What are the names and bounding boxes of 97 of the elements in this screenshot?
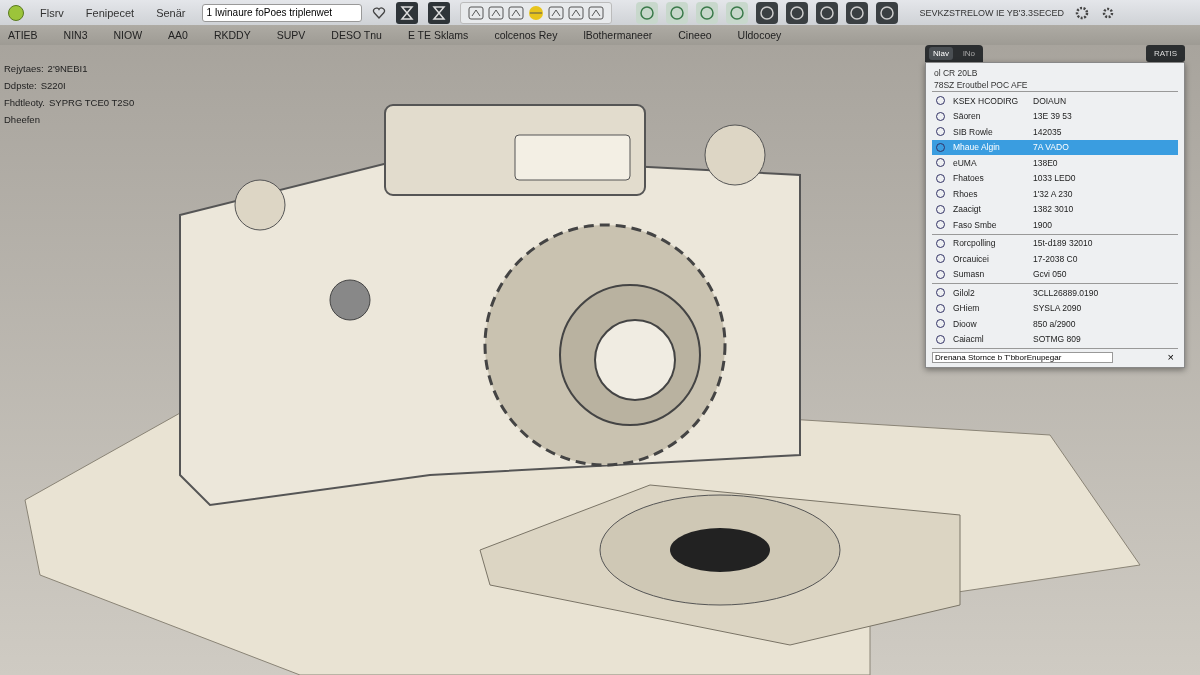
property-name: GHiem bbox=[953, 303, 981, 314]
panel-tab[interactable]: Nlav bbox=[929, 47, 953, 60]
property-row[interactable]: Rhoes 1'32 A 230 bbox=[932, 186, 1178, 202]
property-value: Gcvi 050 bbox=[1033, 269, 1067, 280]
panel-heading: 78SZ Eroutbel POC AFE bbox=[933, 79, 1029, 91]
panel-button[interactable]: RATIS bbox=[1146, 45, 1185, 62]
panel-heading: ol CR 20LB bbox=[933, 67, 979, 79]
menu-item[interactable]: DESO Tnu bbox=[331, 29, 382, 41]
tool-icon[interactable] bbox=[486, 4, 505, 21]
info-value: SYPRG TCE0 T2S0 bbox=[49, 97, 135, 108]
property-name: Caiacml bbox=[953, 334, 985, 345]
info-label: Dheefen bbox=[4, 114, 40, 125]
menu-item[interactable]: RKDDY bbox=[213, 29, 251, 41]
property-row[interactable]: Gilol2 3CLL26889.0190 bbox=[932, 285, 1178, 301]
info-label: Fhdtleoty. bbox=[4, 97, 45, 108]
tool-icon[interactable] bbox=[466, 4, 485, 21]
tool-icon[interactable] bbox=[566, 4, 585, 21]
panel-tab[interactable]: lNo bbox=[959, 47, 980, 60]
tool-icon[interactable] bbox=[586, 4, 605, 21]
property-value: 3CLL26889.0190 bbox=[1033, 287, 1099, 298]
property-value: 1900 bbox=[1033, 219, 1052, 230]
tool-icon[interactable] bbox=[845, 1, 868, 24]
property-name: Faso Smbe bbox=[953, 219, 998, 230]
tool-icon[interactable] bbox=[815, 1, 838, 24]
menu-item[interactable]: NIN3 bbox=[63, 29, 88, 41]
property-value: 1'32 A 230 bbox=[1033, 188, 1073, 199]
property-value: 850 a/2900 bbox=[1033, 318, 1076, 329]
search-field[interactable]: 1 Iwinaure foPoes triplenwet bbox=[201, 3, 362, 22]
property-row[interactable]: Säoren 13E 39 53 bbox=[932, 108, 1178, 124]
info-value: S220I bbox=[40, 80, 66, 91]
tool-icon[interactable] bbox=[506, 4, 525, 21]
menu-item[interactable]: Senär bbox=[156, 6, 186, 19]
property-value: SYSLA 2090 bbox=[1033, 303, 1082, 314]
property-name: Rhoes bbox=[953, 188, 979, 199]
hourglass-icon[interactable] bbox=[427, 1, 450, 24]
menu-item[interactable]: NIOW bbox=[113, 29, 143, 41]
property-value: 17-2038 C0 bbox=[1033, 253, 1078, 264]
property-value: 138E0 bbox=[1033, 157, 1058, 168]
menu-item[interactable]: Flsrv bbox=[40, 6, 64, 19]
info-label: Rejytaes: bbox=[4, 63, 44, 74]
property-row[interactable]: KSEX HCODIRG DOIAUN bbox=[932, 93, 1178, 109]
tool-icon[interactable] bbox=[725, 1, 748, 24]
menu-item[interactable]: ATIEB bbox=[8, 29, 38, 41]
tool-icon[interactable] bbox=[755, 1, 778, 24]
menu-item[interactable]: E TE Sklams bbox=[407, 29, 469, 41]
property-name: Säoren bbox=[953, 111, 982, 122]
property-row[interactable]: Faso Smbe 1900 bbox=[932, 217, 1178, 233]
property-name: KSEX HCODIRG bbox=[953, 95, 1020, 106]
tool-icon[interactable] bbox=[546, 4, 565, 21]
menu-item[interactable]: colcenos Rey bbox=[494, 29, 558, 41]
property-value: 142035 bbox=[1033, 126, 1062, 137]
property-name: SIB Rowle bbox=[953, 126, 994, 137]
property-name: Dioow bbox=[953, 318, 978, 329]
property-row[interactable]: GHiem SYSLA 2090 bbox=[932, 300, 1178, 316]
property-name: Orcauicei bbox=[953, 253, 990, 264]
menu-item[interactable]: AA0 bbox=[168, 29, 188, 41]
menu-item[interactable]: Fenipecet bbox=[85, 6, 135, 19]
info-label: Ddpste: bbox=[4, 80, 37, 91]
property-value: 1382 3010 bbox=[1033, 204, 1074, 215]
status-text: SEVKZSTRELOW IE YB'3.3SECED bbox=[919, 7, 1065, 18]
menu-item[interactable]: SUPV bbox=[276, 29, 306, 41]
footer-field[interactable]: Drenana Stornce b T'bborEnupegar bbox=[932, 351, 1113, 363]
property-name: Fhatoes bbox=[953, 173, 985, 184]
property-name: Mhaue Algin bbox=[953, 142, 1001, 153]
property-value: 7A VADO bbox=[1033, 142, 1069, 153]
property-value: 1033 LED0 bbox=[1033, 173, 1076, 184]
tool-icon[interactable] bbox=[785, 1, 808, 24]
menu-item[interactable]: Uldocoey bbox=[737, 29, 782, 41]
app-logo-icon[interactable] bbox=[8, 4, 24, 21]
tool-icon[interactable] bbox=[695, 1, 718, 24]
property-row[interactable]: Dioow 850 a/2900 bbox=[932, 316, 1178, 332]
property-row[interactable]: Rorcpolling 15t-d189 32010 bbox=[932, 235, 1178, 251]
property-row[interactable]: eUMA 138E0 bbox=[932, 155, 1178, 171]
heart-icon[interactable] bbox=[371, 5, 386, 20]
property-name: eUMA bbox=[953, 157, 978, 168]
info-value: 2'9NEBI1 bbox=[47, 63, 88, 74]
property-row[interactable]: Orcauicei 17-2038 C0 bbox=[932, 251, 1178, 267]
property-value: DOIAUN bbox=[1033, 95, 1067, 106]
menu-item[interactable]: Cineeo bbox=[678, 29, 712, 41]
property-row[interactable]: Zaacigt 1382 3010 bbox=[932, 201, 1178, 217]
tool-icon[interactable] bbox=[635, 1, 658, 24]
property-row[interactable]: Fhatoes 1033 LED0 bbox=[932, 170, 1178, 186]
property-row[interactable]: SIB Rowle 142035 bbox=[932, 124, 1178, 140]
tool-icon[interactable] bbox=[665, 1, 688, 24]
tool-icon[interactable] bbox=[875, 1, 898, 24]
menu-item[interactable]: lBothermaneer bbox=[583, 29, 653, 41]
property-row[interactable]: Sumasn Gcvi 050 bbox=[932, 266, 1178, 282]
property-name: Sumasn bbox=[953, 269, 986, 280]
property-value: 13E 39 53 bbox=[1033, 111, 1072, 122]
property-name: Rorcpolling bbox=[953, 238, 997, 249]
hourglass-icon[interactable] bbox=[395, 1, 418, 24]
close-button[interactable]: × bbox=[1163, 351, 1178, 363]
property-name: Gilol2 bbox=[953, 287, 976, 298]
property-row[interactable]: Caiacml SOTMG 809 bbox=[932, 331, 1178, 347]
property-value: SOTMG 809 bbox=[1033, 334, 1081, 345]
property-name: Zaacigt bbox=[953, 204, 982, 215]
property-value: 15t-d189 32010 bbox=[1033, 238, 1093, 249]
